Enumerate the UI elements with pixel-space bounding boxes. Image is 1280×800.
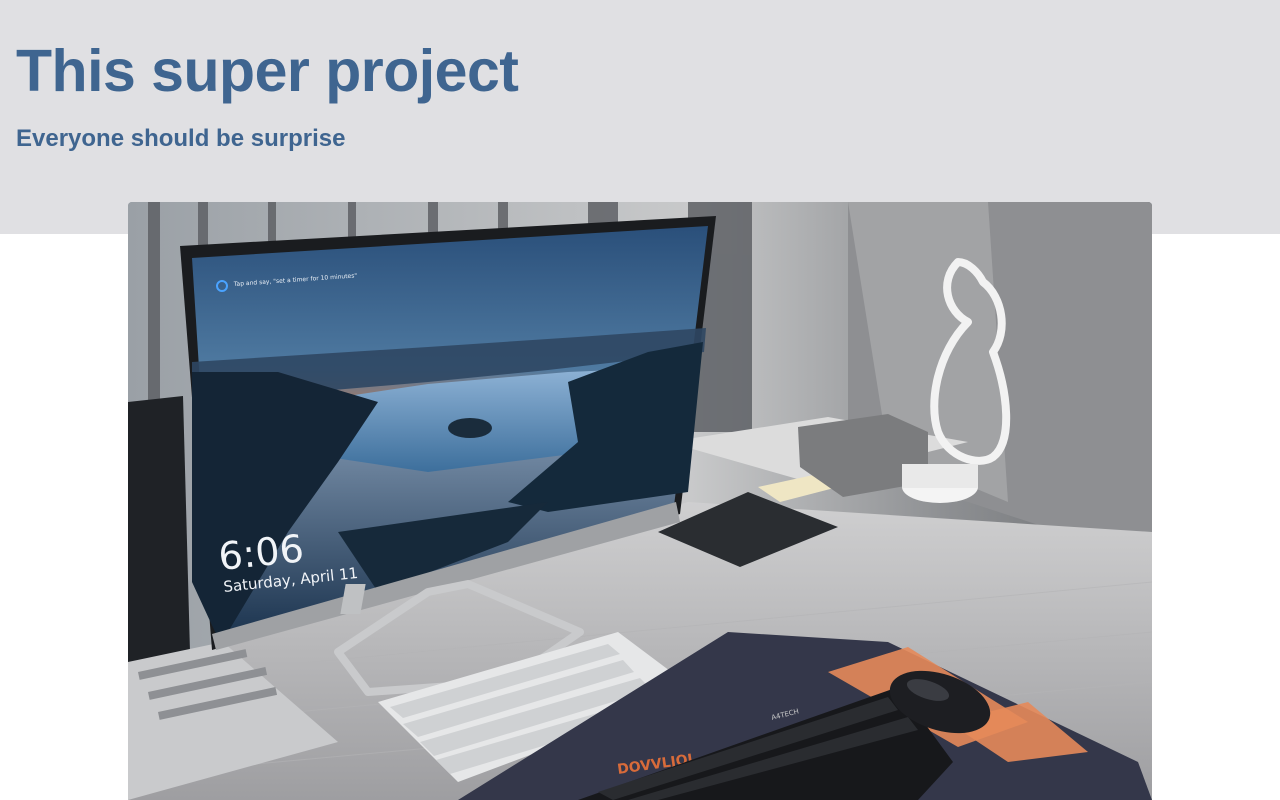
page-subtitle: Everyone should be surprise: [16, 125, 346, 152]
laptop-screen: [128, 396, 190, 667]
page-title: This super project: [16, 38, 519, 104]
hero-image: Tap and say, "set a timer for 10 minutes…: [128, 202, 1152, 800]
